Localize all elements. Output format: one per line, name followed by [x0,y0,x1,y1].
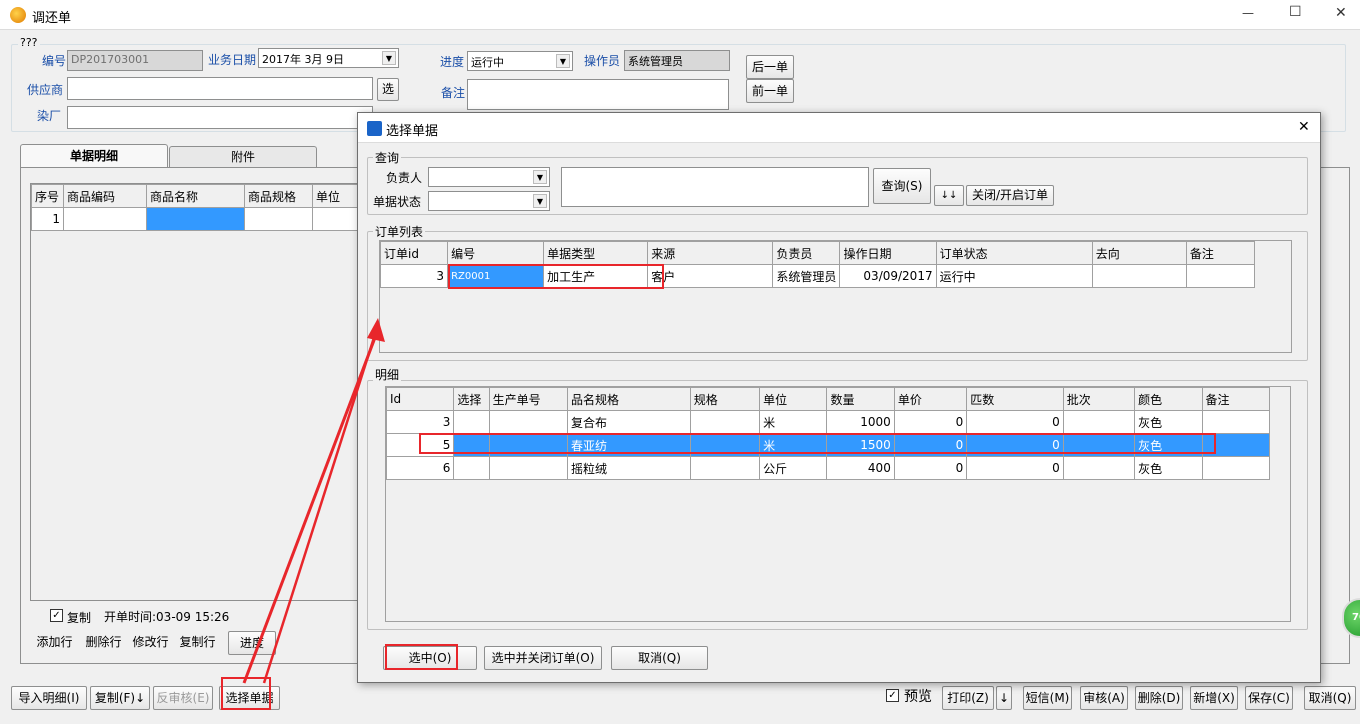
annotation-arrow [242,318,385,684]
